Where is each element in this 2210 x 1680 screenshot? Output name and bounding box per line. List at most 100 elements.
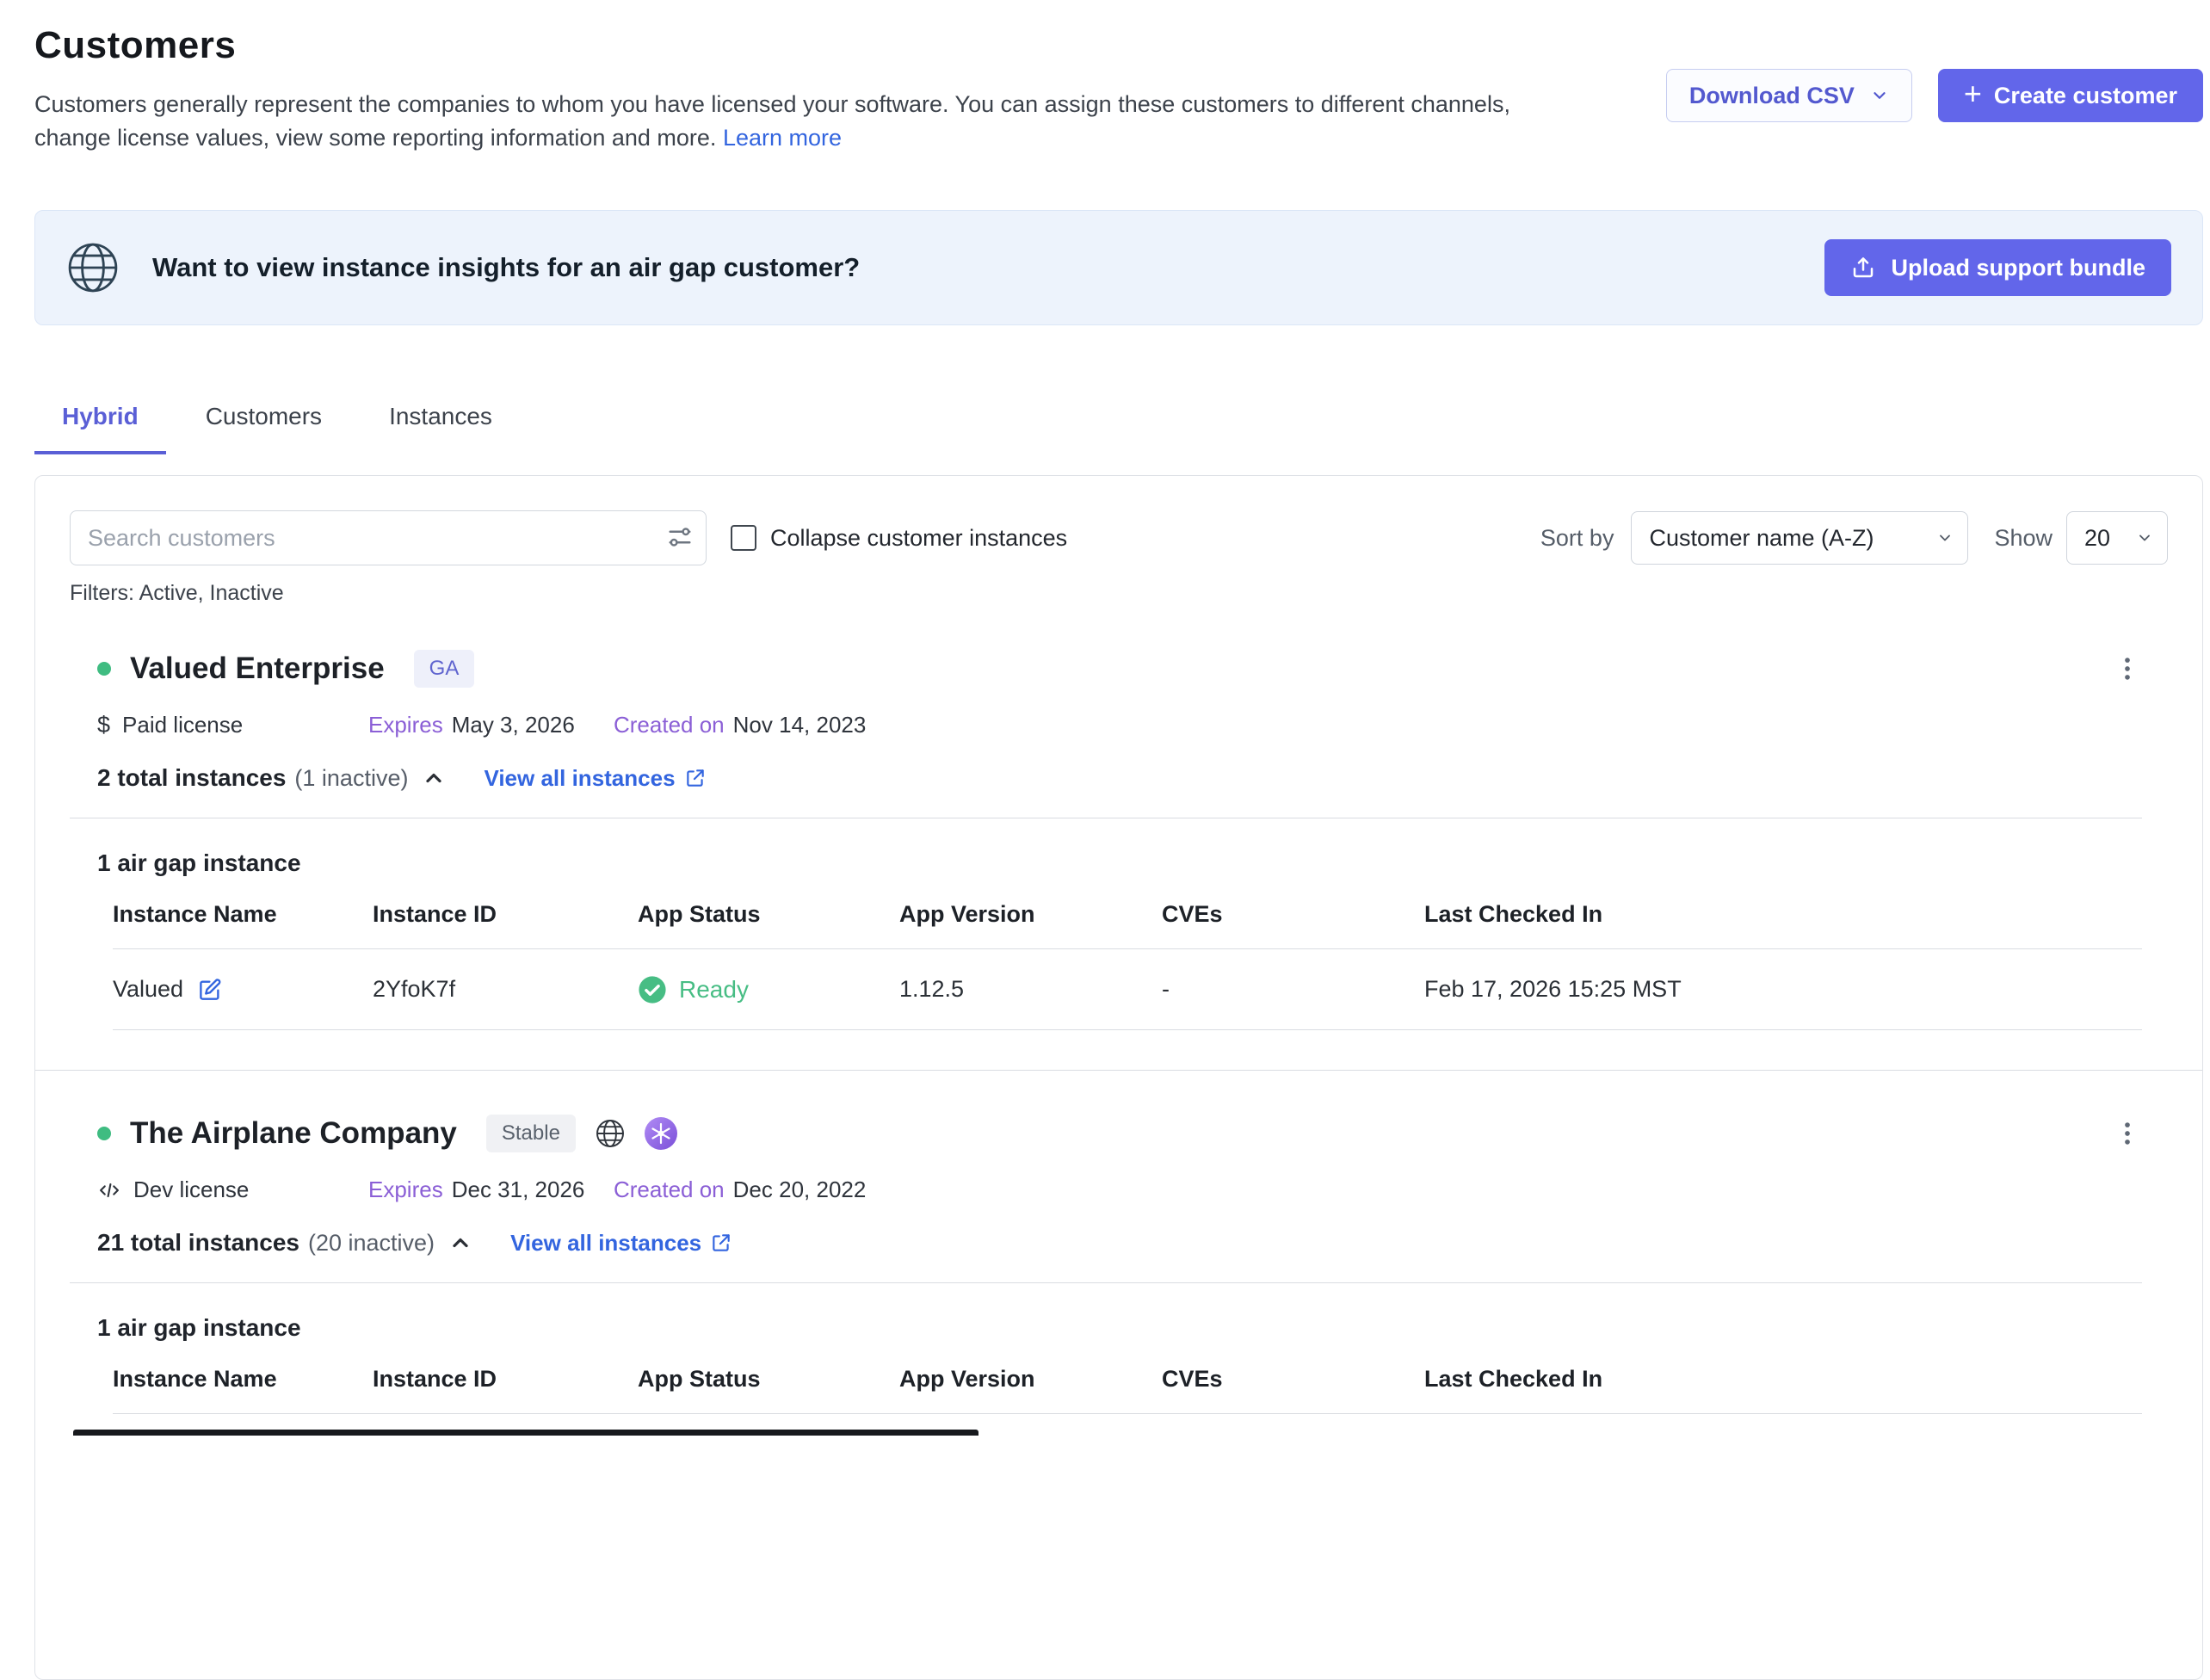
customer-card-valued-enterprise: Valued Enterprise GA $ Paid license Expi… xyxy=(70,606,2168,1030)
upload-icon xyxy=(1850,255,1876,281)
app-status-cell: Ready xyxy=(638,975,899,1004)
airgap-instance-heading: 1 air gap instance xyxy=(97,849,2142,877)
col-instance-id: Instance ID xyxy=(373,1366,638,1393)
view-all-instances-link[interactable]: View all instances xyxy=(510,1230,732,1257)
view-all-label: View all instances xyxy=(510,1230,701,1257)
col-app-version: App Version xyxy=(899,1366,1162,1393)
col-app-status: App Status xyxy=(638,901,899,928)
instances-summary-row: 2 total instances (1 inactive) View all … xyxy=(97,764,2142,792)
banner-title: Want to view instance insights for an ai… xyxy=(152,252,860,283)
header-text-block: Customers Customers generally represent … xyxy=(34,15,1666,155)
active-status-dot xyxy=(97,1127,111,1140)
external-link-icon xyxy=(710,1232,732,1254)
header-actions: Download CSV + Create customer xyxy=(1666,69,2203,122)
view-all-instances-link[interactable]: View all instances xyxy=(484,765,706,792)
col-cves: CVEs xyxy=(1162,1366,1424,1393)
table-header-row: Instance Name Instance ID App Status App… xyxy=(113,901,2142,949)
upload-support-bundle-button[interactable]: Upload support bundle xyxy=(1824,239,2171,296)
chevron-down-icon xyxy=(1870,86,1889,105)
view-all-label: View all instances xyxy=(484,765,675,792)
sort-selected-value: Customer name (A-Z) xyxy=(1649,525,1874,552)
instances-inactive-count: (1 inactive) xyxy=(294,765,408,792)
learn-more-link[interactable]: Learn more xyxy=(723,125,842,151)
channel-badge: Stable xyxy=(486,1115,576,1152)
expires-date: May 3, 2026 xyxy=(452,712,575,738)
created-date: Dec 20, 2022 xyxy=(733,1177,867,1202)
search-box xyxy=(70,510,707,565)
license-label: Dev license xyxy=(133,1177,249,1203)
customer-header: The Airplane Company Stable xyxy=(97,1114,2142,1152)
download-csv-label: Download CSV xyxy=(1689,83,1855,109)
table-row: Valued 2YfoK7f Ready xyxy=(113,949,2142,1030)
active-filters-note: Filters: Active, Inactive xyxy=(70,581,2168,606)
page-size-value: 20 xyxy=(2084,525,2110,552)
tab-customers[interactable]: Customers xyxy=(178,386,349,454)
customer-meta: Dev license Expires Dec 31, 2026 Created … xyxy=(97,1177,2142,1203)
instance-name-cell: Valued xyxy=(113,976,373,1003)
customer-name: Valued Enterprise xyxy=(130,652,385,686)
created-date: Nov 14, 2023 xyxy=(733,712,867,738)
tab-bar: Hybrid Customers Instances xyxy=(34,386,2203,454)
page-header: Customers Customers generally represent … xyxy=(34,15,2203,155)
app-icon xyxy=(645,1117,677,1150)
active-status-dot xyxy=(97,662,111,676)
license-type: Dev license xyxy=(97,1177,368,1203)
col-instance-id: Instance ID xyxy=(373,901,638,928)
customers-page: Customers Customers generally represent … xyxy=(0,0,2210,1680)
col-last-checked-in: Last Checked In xyxy=(1424,901,2142,928)
table-header-row: Instance Name Instance ID App Status App… xyxy=(113,1366,2142,1414)
expires-date: Dec 31, 2026 xyxy=(452,1177,585,1202)
sort-controls: Sort by Customer name (A-Z) Show 20 xyxy=(1540,511,2168,565)
sort-select[interactable]: Customer name (A-Z) xyxy=(1631,511,1968,565)
check-circle-icon xyxy=(638,975,667,1004)
instances-summary-row: 21 total instances (20 inactive) View al… xyxy=(97,1229,2142,1257)
kebab-menu-icon[interactable] xyxy=(2113,1119,2142,1152)
chevron-up-icon[interactable] xyxy=(448,1231,472,1255)
instance-id: 2YfoK7f xyxy=(373,976,638,1003)
upload-button-label: Upload support bundle xyxy=(1892,255,2145,281)
expiry-info: Expires Dec 31, 2026 xyxy=(368,1177,614,1203)
globe-icon xyxy=(595,1118,626,1149)
last-checked-in: Feb 17, 2026 15:25 MST xyxy=(1424,976,2142,1003)
customer-name: The Airplane Company xyxy=(130,1116,457,1151)
collapse-instances-control: Collapse customer instances xyxy=(731,525,1067,552)
kebab-menu-icon[interactable] xyxy=(2113,654,2142,688)
filter-sliders-icon[interactable] xyxy=(667,524,693,554)
cutoff-dark-bar xyxy=(73,1430,978,1436)
tab-hybrid[interactable]: Hybrid xyxy=(34,386,166,454)
collapse-instances-checkbox[interactable] xyxy=(731,525,756,551)
airgap-instance-table: Instance Name Instance ID App Status App… xyxy=(113,1366,2142,1414)
airgap-instance-heading: 1 air gap instance xyxy=(97,1314,2142,1342)
edit-icon[interactable] xyxy=(197,977,223,1003)
chevron-down-icon xyxy=(2136,529,2153,547)
create-customer-label: Create customer xyxy=(1994,83,2177,109)
chevron-down-icon xyxy=(1936,529,1954,547)
license-type: $ Paid license xyxy=(97,712,368,738)
customers-toolbar: Collapse customer instances Sort by Cust… xyxy=(70,510,2168,565)
col-instance-name: Instance Name xyxy=(113,1366,373,1393)
customers-card: Collapse customer instances Sort by Cust… xyxy=(34,475,2203,1680)
customer-card-the-airplane-company: The Airplane Company Stable xyxy=(70,1071,2168,1414)
instances-inactive-count: (20 inactive) xyxy=(308,1230,435,1257)
dollar-icon: $ xyxy=(97,712,110,738)
airgap-instance-table: Instance Name Instance ID App Status App… xyxy=(113,901,2142,1030)
col-app-version: App Version xyxy=(899,901,1162,928)
expiry-info: ExpiresMay 3, 2026 xyxy=(368,712,614,738)
channel-badge: GA xyxy=(414,650,475,688)
search-input[interactable] xyxy=(70,510,707,565)
customer-meta: $ Paid license ExpiresMay 3, 2026 Create… xyxy=(97,712,2142,738)
created-label: Created on xyxy=(614,1177,725,1202)
code-icon xyxy=(97,1178,121,1202)
cves-value: - xyxy=(1162,976,1424,1003)
expires-label: Expires xyxy=(368,1177,443,1202)
col-last-checked-in: Last Checked In xyxy=(1424,1366,2142,1393)
tab-instances[interactable]: Instances xyxy=(361,386,520,454)
create-customer-button[interactable]: + Create customer xyxy=(1938,69,2203,122)
divider xyxy=(70,1282,2142,1283)
page-size-select[interactable]: 20 xyxy=(2066,511,2168,565)
download-csv-button[interactable]: Download CSV xyxy=(1666,69,1912,122)
app-version: 1.12.5 xyxy=(899,976,1162,1003)
sort-by-label: Sort by xyxy=(1540,525,1614,552)
chevron-up-icon[interactable] xyxy=(422,766,446,790)
collapse-instances-label: Collapse customer instances xyxy=(770,525,1067,552)
